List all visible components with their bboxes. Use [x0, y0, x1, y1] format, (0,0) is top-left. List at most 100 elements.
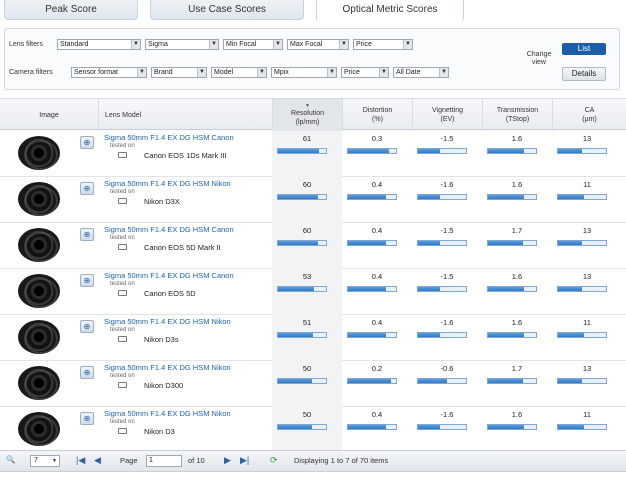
lens-model-link[interactable]: Sigma 50mm F1.4 EX DG HSM Nikon: [104, 179, 231, 188]
vignetting-score-fill: [418, 195, 440, 199]
column-lens-model[interactable]: Lens Model: [98, 99, 272, 131]
lens-thumbnail[interactable]: [18, 182, 60, 216]
table-row[interactable]: ⊕ Sigma 50mm F1.4 EX DG HSM Nikon tested o…: [0, 361, 626, 407]
lens-model-link[interactable]: Sigma 50mm F1.4 EX DG HSM Canon: [104, 271, 234, 280]
lens-brand-select[interactable]: Sigma ▼: [145, 39, 219, 50]
camera-price-select[interactable]: Price ▼: [341, 67, 389, 78]
resolution-value: 60: [302, 226, 312, 235]
transmission-score-fill: [488, 379, 523, 383]
vignetting-value: -0.6: [440, 364, 454, 373]
vignetting-score-bar: [417, 194, 467, 200]
vignetting-score-bar: [417, 378, 467, 384]
lens-thumbnail[interactable]: [18, 412, 60, 446]
vignetting-value: -1.5: [440, 272, 454, 281]
next-page-icon[interactable]: ▶: [224, 455, 231, 466]
column-transmission[interactable]: Transmission (TStop): [482, 99, 552, 131]
min-focal-select[interactable]: Min Focal ▼: [223, 39, 283, 50]
add-compare-icon[interactable]: ⊕: [80, 274, 94, 287]
vignetting-value: -1.5: [440, 226, 454, 235]
table-row[interactable]: ⊕ Sigma 50mm F1.4 EX DG HSM Canon tested o…: [0, 269, 626, 315]
lens-thumbnail[interactable]: [18, 274, 60, 308]
tab-peak-score[interactable]: Peak Score: [4, 0, 138, 20]
column-ca[interactable]: CA (µm): [552, 99, 626, 131]
column-image: Image: [39, 111, 59, 119]
ca-score-fill: [558, 241, 582, 245]
lens-model-link[interactable]: Sigma 50mm F1.4 EX DG HSM Nikon: [104, 317, 231, 326]
add-compare-icon[interactable]: ⊕: [80, 320, 94, 333]
chevron-down-icon: ▼: [403, 40, 412, 49]
resolution-score-fill: [278, 241, 319, 245]
ca-score-fill: [558, 379, 582, 383]
lens-model-link[interactable]: Sigma 50mm F1.4 EX DG HSM Canon: [104, 133, 234, 142]
chevron-down-icon: ▼: [197, 68, 206, 77]
column-vignetting[interactable]: Vignetting (EV): [412, 99, 482, 131]
add-compare-icon[interactable]: ⊕: [80, 182, 94, 195]
max-focal-select[interactable]: Max Focal ▼: [287, 39, 349, 50]
camera-name[interactable]: Nikon D3: [144, 427, 175, 436]
distortion-score-bar: [347, 148, 397, 154]
lens-model-link[interactable]: Sigma 50mm F1.4 EX DG HSM Canon: [104, 225, 234, 234]
resolution-score-bar: [277, 424, 327, 430]
tab-optical-metric-scores[interactable]: Optical Metric Scores: [316, 0, 464, 22]
ca-score-bar: [557, 286, 607, 292]
lens-thumbnail[interactable]: [18, 320, 60, 354]
camera-name[interactable]: Nikon D3s: [144, 335, 179, 344]
last-page-icon[interactable]: ▶|: [240, 455, 249, 466]
lens-thumbnail[interactable]: [18, 366, 60, 400]
camera-model-select[interactable]: Model ▼: [211, 67, 267, 78]
distortion-score-bar: [347, 286, 397, 292]
distortion-score-fill: [348, 333, 387, 337]
date-select[interactable]: All Date ▼: [393, 67, 449, 78]
resolution-score-fill: [278, 379, 312, 383]
table-row[interactable]: ⊕ Sigma 50mm F1.4 EX DG HSM Nikon tested o…: [0, 177, 626, 223]
camera-name[interactable]: Nikon D3X: [144, 197, 180, 206]
details-view-button[interactable]: Details: [562, 67, 606, 81]
add-compare-icon[interactable]: ⊕: [80, 366, 94, 379]
vignetting-value: -1.6: [440, 180, 454, 189]
distortion-score-bar: [347, 194, 397, 200]
first-page-icon[interactable]: |◀: [76, 455, 85, 466]
list-view-button[interactable]: List: [562, 43, 606, 55]
per-page-select[interactable]: 7 ▼: [30, 455, 60, 467]
sensor-format-select[interactable]: Sensor format ▼: [71, 67, 147, 78]
column-distortion[interactable]: Distortion (%): [342, 99, 412, 131]
tab-use-case-scores[interactable]: Use Case Scores: [150, 0, 304, 20]
lens-price-select[interactable]: Price ▼: [353, 39, 413, 50]
page-number-input[interactable]: 1: [146, 455, 182, 467]
vignetting-score-bar: [417, 424, 467, 430]
add-compare-icon[interactable]: ⊕: [80, 412, 94, 425]
add-compare-icon[interactable]: ⊕: [80, 228, 94, 241]
camera-name[interactable]: Nikon D300: [144, 381, 183, 390]
tested-on-label: tested on: [110, 189, 135, 195]
tested-on-label: tested on: [110, 143, 135, 149]
column-resolution[interactable]: ▼ Resolution (lp/mm): [272, 99, 342, 131]
lens-thumbnail[interactable]: [18, 228, 60, 262]
camera-name[interactable]: Canon EOS 5D: [144, 289, 196, 298]
table-row[interactable]: ⊕ Sigma 50mm F1.4 EX DG HSM Canon tested o…: [0, 223, 626, 269]
lens-model-link[interactable]: Sigma 50mm F1.4 EX DG HSM Nikon: [104, 363, 231, 372]
ca-value: 13: [582, 364, 592, 373]
lens-model-link[interactable]: Sigma 50mm F1.4 EX DG HSM Nikon: [104, 409, 231, 418]
mpix-select[interactable]: Mpix ▼: [271, 67, 337, 78]
tested-on-label: tested on: [110, 327, 135, 333]
transmission-value: 1.7: [511, 364, 523, 373]
lens-thumbnail[interactable]: [18, 136, 60, 170]
search-icon[interactable]: 🔍: [6, 455, 15, 464]
camera-icon: [118, 152, 127, 158]
table-row[interactable]: ⊕ Sigma 50mm F1.4 EX DG HSM Nikon tested o…: [0, 407, 626, 453]
chevron-down-icon: ▼: [327, 68, 336, 77]
refresh-icon[interactable]: ⟳: [270, 455, 278, 466]
vignetting-score-fill: [418, 379, 447, 383]
pagination-bar: 🔍 7 ▼ |◀ ◀ Page 1 of 10 ▶ ▶| ⟳ Displaying…: [0, 450, 626, 472]
camera-name[interactable]: Canon EOS 1Ds Mark III: [144, 151, 227, 160]
chevron-down-icon: ▼: [273, 40, 282, 49]
camera-name[interactable]: Canon EOS 5D Mark II: [144, 243, 221, 252]
add-compare-icon[interactable]: ⊕: [80, 136, 94, 149]
ca-score-bar: [557, 332, 607, 338]
table-row[interactable]: ⊕ Sigma 50mm F1.4 EX DG HSM Nikon tested o…: [0, 315, 626, 361]
table-row[interactable]: ⊕ Sigma 50mm F1.4 EX DG HSM Canon tested o…: [0, 131, 626, 177]
camera-brand-select[interactable]: Brand ▼: [151, 67, 207, 78]
lens-type-select[interactable]: Standard ▼: [57, 39, 141, 50]
previous-page-icon[interactable]: ◀: [94, 455, 101, 466]
resolution-score-bar: [277, 332, 327, 338]
